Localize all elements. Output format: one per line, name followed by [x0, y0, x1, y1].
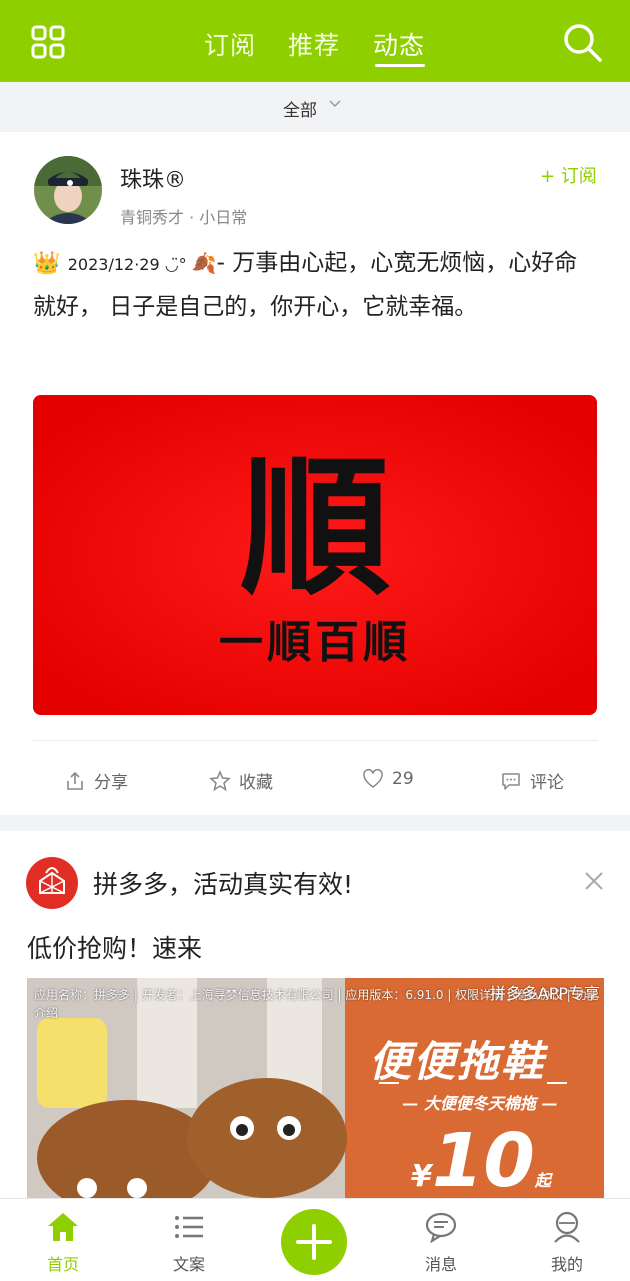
- image-main-char: 順: [240, 442, 390, 616]
- tab-recommend[interactable]: 推荐: [288, 26, 340, 62]
- ad-subtitle[interactable]: 低价抢购！速来: [27, 929, 202, 965]
- like-button[interactable]: 29: [362, 768, 414, 790]
- profile-icon: [554, 1211, 580, 1243]
- close-icon[interactable]: [582, 869, 606, 893]
- post-image[interactable]: 順 一順百順: [33, 395, 597, 715]
- crown-icon: 👑: [33, 251, 61, 276]
- active-tab-indicator: [375, 64, 425, 67]
- user-name[interactable]: 珠珠®: [120, 162, 186, 194]
- nav-home-label: 首页: [46, 1255, 79, 1274]
- nav-profile-label: 我的: [550, 1255, 583, 1274]
- top-bar: 订阅 推荐 动态: [0, 0, 630, 82]
- list-icon: [175, 1216, 203, 1238]
- star-icon: [209, 769, 231, 791]
- ad-tag: 拼多多APP专享: [489, 984, 600, 1003]
- nav-messages[interactable]: 消息: [401, 1211, 481, 1275]
- price-currency: ¥: [411, 1159, 432, 1194]
- post-text[interactable]: 👑 2023/12·29 ◡̈° 🍂- 万事由心起，心宽无烦恼，心好命就好， 日…: [33, 242, 598, 329]
- leaf-icon: 🍂: [191, 251, 217, 275]
- avatar[interactable]: [34, 156, 102, 224]
- top-tabs: 订阅 推荐 动态: [0, 0, 630, 82]
- tab-subscribe[interactable]: 订阅: [204, 26, 256, 62]
- like-count: 29: [392, 769, 414, 789]
- chevron-down-icon: [328, 96, 342, 115]
- ad-promo-title: 便便拖鞋: [369, 1037, 546, 1086]
- heart-icon: [363, 768, 383, 788]
- add-icon: [296, 1224, 332, 1260]
- post-text-prefix: 2023/12·29 ◡̈°: [67, 255, 192, 274]
- tab-feed[interactable]: 动态: [373, 26, 425, 62]
- filter-label[interactable]: 全部: [283, 96, 317, 121]
- add-button[interactable]: [281, 1209, 347, 1275]
- pinduoduo-logo-icon: [26, 857, 78, 909]
- bottom-nav: 首页 文案 消息 我的: [0, 1198, 630, 1281]
- filter-bar[interactable]: 全部: [0, 82, 630, 132]
- favorite-button[interactable]: 收藏: [209, 768, 273, 793]
- price-suffix: 起: [534, 1171, 551, 1190]
- comment-label: 评论: [530, 773, 564, 793]
- ad-title[interactable]: 拼多多，活动真实有效!: [93, 865, 353, 901]
- nav-copywriting[interactable]: 文案: [149, 1211, 229, 1275]
- ad-image[interactable]: 应用名称：拼多多 | 开发者：上海寻梦信息技术有限公司 | 应用版本：6.91.…: [27, 978, 604, 1202]
- ad-card[interactable]: 拼多多，活动真实有效! 低价抢购！速来 应用名称：拼多多 | 开发者：上海寻梦信…: [0, 831, 630, 1202]
- nav-copywriting-label: 文案: [172, 1255, 205, 1274]
- nav-messages-label: 消息: [424, 1255, 457, 1274]
- comment-button[interactable]: 评论: [500, 768, 564, 793]
- ad-price: ¥10起: [411, 1118, 551, 1202]
- comment-icon: [502, 772, 520, 790]
- ad-promo-subtitle: — 大便便冬天棉拖 —: [402, 1094, 558, 1113]
- user-meta: 青铜秀才 · 小日常: [120, 208, 248, 227]
- post-card: 珠珠® 青铜秀才 · 小日常 + 订阅 👑 2023/12·29 ◡̈° 🍂- …: [0, 132, 630, 815]
- image-caption: 一順百順: [219, 617, 411, 668]
- divider: [33, 740, 598, 741]
- home-icon: [48, 1213, 78, 1241]
- nav-home[interactable]: 首页: [23, 1211, 103, 1275]
- share-icon: [67, 771, 83, 790]
- share-label: 分享: [94, 773, 128, 793]
- message-icon: [425, 1212, 457, 1244]
- search-icon[interactable]: [560, 20, 604, 64]
- share-button[interactable]: 分享: [64, 768, 128, 793]
- subscribe-button[interactable]: + 订阅: [540, 162, 597, 188]
- nav-profile[interactable]: 我的: [527, 1211, 607, 1275]
- favorite-label: 收藏: [239, 773, 273, 793]
- price-value: 10: [431, 1118, 535, 1202]
